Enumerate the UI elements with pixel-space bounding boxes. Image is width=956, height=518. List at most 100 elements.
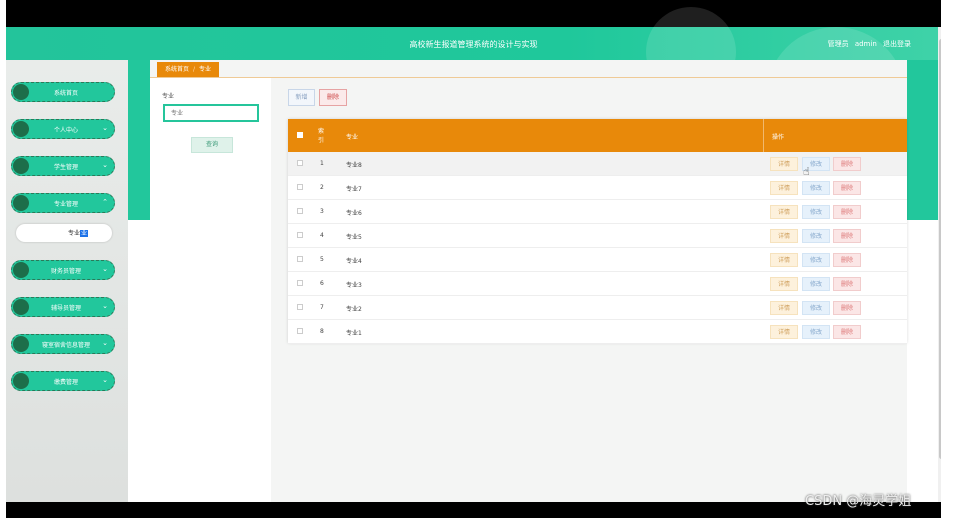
sidebar-item-payments[interactable]: 缴费管理 ⌄ (11, 371, 115, 391)
row-delete-button[interactable]: 删除 (833, 205, 861, 219)
sidebar-item-label: 缴费管理 (53, 379, 78, 386)
detail-button[interactable]: 详情 (770, 205, 798, 219)
add-button[interactable]: 新增 (288, 89, 315, 106)
delete-button[interactable]: 删除 (319, 89, 347, 106)
row-delete-button[interactable]: 删除 (833, 253, 861, 267)
row-checkbox[interactable] (297, 208, 303, 214)
edit-button[interactable]: 修改 (802, 253, 830, 267)
logout-link[interactable]: 退出登录 (883, 40, 911, 48)
sidebar-item-label: 财务员管理 (50, 268, 81, 275)
sidebar-item-counselors[interactable]: 辅导员管理 ⌄ (11, 297, 115, 317)
table-row: 2 专业7 详情 修改 删除 (288, 176, 907, 200)
row-delete-button[interactable]: 删除 (833, 181, 861, 195)
sidebar-item-label: 寝室宿舍信息管理 (41, 342, 90, 349)
breadcrumb-home[interactable]: 系统首页 (165, 66, 189, 73)
sidebar-item-students[interactable]: 学生管理 ⌄ (11, 156, 115, 176)
sidebar-item-majors[interactable]: 专业管理 ⌃ (11, 193, 115, 213)
edit-button[interactable]: 修改 (802, 205, 830, 219)
row-delete-button[interactable]: 删除 (833, 157, 861, 171)
chevron-down-icon: ⌄ (102, 265, 108, 273)
breadcrumb: 系统首页 / 专业 (157, 62, 220, 77)
row-checkbox[interactable] (297, 280, 303, 286)
select-all-checkbox[interactable] (297, 132, 303, 138)
table-row: 4 专业5 详情 修改 删除 (288, 224, 907, 248)
nav-icon (13, 262, 29, 278)
table-row: 8 专业1 详情 修改 删除 (288, 320, 907, 344)
page-scrollbar[interactable] (938, 27, 941, 502)
app-frame: 高校新生报道管理系统的设计与实现 管理员 admin 退出登录 系统首页 个人中… (6, 0, 941, 518)
table-row: 6 专业3 详情 修改 删除 (288, 272, 907, 296)
column-header-index: 索引 (318, 128, 325, 144)
edit-button[interactable]: 修改 (802, 277, 830, 291)
detail-button[interactable]: 详情 (770, 301, 798, 315)
row-index: 6 (320, 280, 324, 287)
row-name: 专业2 (346, 306, 362, 313)
sidebar-subitem-major[interactable]: 专业业 (16, 224, 112, 242)
chevron-down-icon: ⌄ (102, 339, 108, 347)
sidebar-item-home[interactable]: 系统首页 (11, 82, 115, 102)
row-name: 专业5 (346, 234, 362, 241)
breadcrumb-current: 专业 (199, 66, 212, 73)
row-name: 专业6 (346, 210, 362, 217)
row-index: 2 (320, 184, 324, 191)
letterbox-top (6, 0, 941, 27)
nav-icon (13, 299, 29, 315)
role-label: 管理员 (827, 40, 849, 48)
header-divider (763, 119, 764, 152)
detail-button[interactable]: 详情 (770, 253, 798, 267)
edit-button[interactable]: 修改 (802, 181, 830, 195)
row-delete-button[interactable]: 删除 (833, 229, 861, 243)
chevron-down-icon: ⌄ (102, 161, 108, 169)
table-row: 7 专业2 详情 修改 删除 (288, 296, 907, 320)
row-name: 专业1 (346, 330, 362, 337)
app-title: 高校新生报道管理系统的设计与实现 (409, 40, 538, 49)
search-input[interactable] (163, 104, 259, 122)
scrollbar-thumb[interactable] (939, 39, 941, 459)
row-delete-button[interactable]: 删除 (833, 325, 861, 339)
row-checkbox[interactable] (297, 304, 303, 310)
row-checkbox[interactable] (297, 256, 303, 262)
sidebar-item-label: 系统首页 (53, 90, 78, 97)
row-name: 专业7 (346, 186, 362, 193)
subitem-text: 专业 (68, 230, 81, 237)
breadcrumb-separator: / (193, 66, 196, 73)
table-row: 3 专业6 详情 修改 删除 (288, 200, 907, 224)
column-header-name: 专业 (346, 134, 359, 141)
query-button[interactable]: 查询 (191, 137, 233, 153)
sidebar-item-dorms[interactable]: 寝室宿舍信息管理 ⌄ (11, 334, 115, 354)
row-checkbox[interactable] (297, 328, 303, 334)
nav-icon (13, 336, 29, 352)
edit-button[interactable]: 修改 (802, 325, 830, 339)
row-checkbox[interactable] (297, 232, 303, 238)
detail-button[interactable]: 详情 (770, 181, 798, 195)
row-index: 5 (320, 256, 324, 263)
major-table: 索引 专业 操作 1 专业8 详情 修改 删除 2 专业7 详情 修改 删除 3… (288, 119, 907, 344)
detail-button[interactable]: 详情 (770, 157, 798, 171)
detail-button[interactable]: 详情 (770, 277, 798, 291)
search-label: 专业 (162, 93, 175, 100)
table-row: 1 专业8 详情 修改 删除 (288, 152, 907, 176)
sidebar-subitem-label: 专业业 (68, 228, 89, 237)
edit-button[interactable]: 修改 (802, 229, 830, 243)
hand-cursor-icon: ☝ (803, 165, 810, 178)
detail-button[interactable]: 详情 (770, 229, 798, 243)
sidebar-item-profile[interactable]: 个人中心 ⌄ (11, 119, 115, 139)
user-info: 管理员 admin 退出登录 (824, 39, 911, 49)
edit-button[interactable]: 修改 (802, 301, 830, 315)
app-header: 高校新生报道管理系统的设计与实现 管理员 admin 退出登录 (6, 7, 941, 167)
row-index: 1 (320, 160, 324, 167)
detail-button[interactable]: 详情 (770, 325, 798, 339)
row-checkbox[interactable] (297, 184, 303, 190)
nav-icon (13, 121, 29, 137)
sidebar-item-label: 辅导员管理 (50, 305, 81, 312)
row-delete-button[interactable]: 删除 (833, 301, 861, 315)
row-index: 7 (320, 304, 324, 311)
nav-icon (13, 195, 29, 211)
sidebar-item-label: 专业管理 (53, 201, 78, 208)
subitem-selection: 业 (80, 230, 89, 237)
row-checkbox[interactable] (297, 160, 303, 166)
row-index: 3 (320, 208, 324, 215)
row-index: 8 (320, 328, 324, 335)
sidebar-item-finance[interactable]: 财务员管理 ⌄ (11, 260, 115, 280)
row-delete-button[interactable]: 删除 (833, 277, 861, 291)
